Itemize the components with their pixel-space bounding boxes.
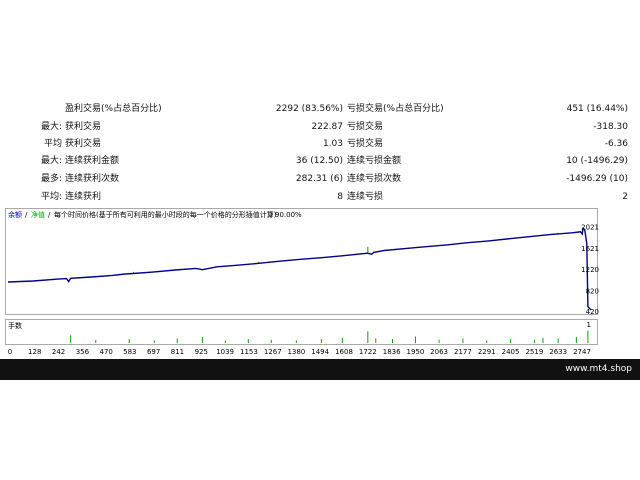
x-tick-label: 1950	[407, 348, 425, 356]
consecutive-profit-count-label: 连续获利次数	[65, 174, 120, 184]
avg-consecutive-profit-label: 连续获利	[65, 192, 102, 202]
x-tick-label: 2063	[430, 348, 448, 356]
volume-chart-frame	[5, 319, 598, 345]
x-tick-label: 1608	[335, 348, 353, 356]
x-tick-label: 583	[123, 348, 136, 356]
average-profit-value: 1.03	[322, 139, 343, 149]
x-tick-label: 356	[76, 348, 90, 356]
y-tick-label: 820	[586, 288, 599, 296]
x-tick-label: 0	[8, 348, 12, 356]
row-prefix: 平均:	[40, 192, 62, 202]
profit-trades-value: 2292 (83.56%)	[275, 104, 343, 114]
largest-loss-label: 亏损交易	[347, 122, 384, 132]
legend-model-text: 每个时间价格(基于所有可利用的最小时段的每一个价格的分形插值计算)	[54, 210, 277, 219]
y-tick-label: 1621	[581, 245, 599, 253]
avg-consecutive-loss-value: 2	[622, 192, 628, 202]
avg-consecutive-profit-value: 8	[337, 192, 343, 202]
x-tick-label: 1267	[264, 348, 282, 356]
x-tick-label: 1380	[287, 348, 305, 356]
stats-row-trade-counts: 盈利交易(%占总百分比) 2292 (83.56%) 亏损交易(%占总百分比) …	[0, 100, 640, 118]
x-tick-label: 2633	[549, 348, 567, 356]
y-tick-label: 2021	[581, 223, 599, 231]
modeling-quality: 90.00%	[275, 211, 302, 219]
x-tick-label: 2519	[525, 348, 543, 356]
x-tick-label: 1722	[359, 348, 377, 356]
volume-label: 手数	[8, 321, 22, 330]
x-axis-labels: 0 128 242 356 470 583 697 811 925 1039 1153 1267 138…	[8, 348, 591, 356]
profit-trades-label: 盈利交易(%占总百分比)	[65, 104, 162, 114]
average-profit-label: 获利交易	[65, 139, 102, 149]
consecutive-profit-count-value: 282.31 (6)	[295, 174, 343, 184]
average-loss-label: 亏损交易	[347, 139, 384, 149]
x-tick-label: 697	[147, 348, 160, 356]
x-tick-label: 925	[195, 348, 208, 356]
consecutive-loss-count-label: 连续亏损次数	[347, 174, 402, 184]
consecutive-loss-count-value: -1496.29 (10)	[566, 174, 628, 184]
footer-bar: www.mt4.shop	[0, 359, 640, 380]
average-loss-value: -6.36	[604, 139, 628, 149]
x-tick-label: 2291	[478, 348, 496, 356]
y-tick-label: 420	[586, 308, 599, 316]
x-tick-label: 1153	[240, 348, 258, 356]
x-tick-label: 2177	[454, 348, 472, 356]
row-prefix: 最大:	[40, 156, 62, 166]
largest-loss-value: -318.30	[593, 122, 628, 132]
volume-axis-label: 1	[587, 321, 591, 329]
stats-row-max-consecutive-amount: 最大: 连续获利金额 36 (12.50) 连续亏损金额 10 (-1496.2…	[0, 152, 640, 170]
x-tick-label: 2405	[502, 348, 520, 356]
x-tick-label: 811	[171, 348, 184, 356]
legend-equity: 净值	[31, 210, 45, 219]
loss-trades-value: 451 (16.44%)	[566, 104, 628, 114]
consecutive-profit-amount-value: 36 (12.50)	[295, 156, 343, 166]
x-tick-label: 242	[52, 348, 65, 356]
row-prefix: 最大:	[40, 122, 62, 132]
x-tick-label: 1039	[216, 348, 234, 356]
x-tick-label: 128	[28, 348, 41, 356]
avg-consecutive-loss-label: 连续亏损	[347, 192, 384, 202]
stats-row-max-consecutive-count: 最多: 连续获利次数 282.31 (6) 连续亏损次数 -1496.29 (1…	[0, 170, 640, 188]
loss-trades-label: 亏损交易(%占总百分比)	[347, 104, 444, 114]
stats-row-average-consecutive: 平均: 连续获利 8 连续亏损 2	[0, 188, 640, 206]
x-tick-label: 470	[100, 348, 113, 356]
largest-profit-value: 222.87	[311, 122, 344, 132]
x-tick-label: 1836	[383, 348, 401, 356]
consecutive-loss-amount-label: 连续亏损金额	[347, 156, 402, 166]
consecutive-loss-amount-value: 10 (-1496.29)	[566, 156, 628, 166]
row-prefix: 平均	[43, 139, 62, 149]
y-tick-label: 1220	[581, 266, 599, 274]
x-tick-label: 1494	[311, 348, 329, 356]
x-tick-label: 2747	[573, 348, 591, 356]
main-chart-frame	[5, 208, 598, 315]
report-stats-table: 盈利交易(%占总百分比) 2292 (83.56%) 亏损交易(%占总百分比) …	[0, 100, 640, 204]
balance-chart: 余额 / 净值 / 每个时间价格(基于所有可利用的最小时段的每一个价格的分形插值…	[5, 208, 599, 356]
legend-balance: 余额	[8, 210, 22, 219]
largest-profit-label: 获利交易	[65, 122, 102, 132]
balance-chart-panel: 余额 / 净值 / 每个时间价格(基于所有可利用的最小时段的每一个价格的分形插值…	[5, 208, 600, 358]
stats-row-largest: 最大: 获利交易 222.87 亏损交易 -318.30	[0, 118, 640, 136]
row-prefix: 最多:	[40, 174, 62, 184]
stats-row-average: 平均 获利交易 1.03 亏损交易 -6.36	[0, 135, 640, 153]
site-url: www.mt4.shop	[565, 364, 632, 374]
consecutive-profit-amount-label: 连续获利金额	[65, 156, 120, 166]
